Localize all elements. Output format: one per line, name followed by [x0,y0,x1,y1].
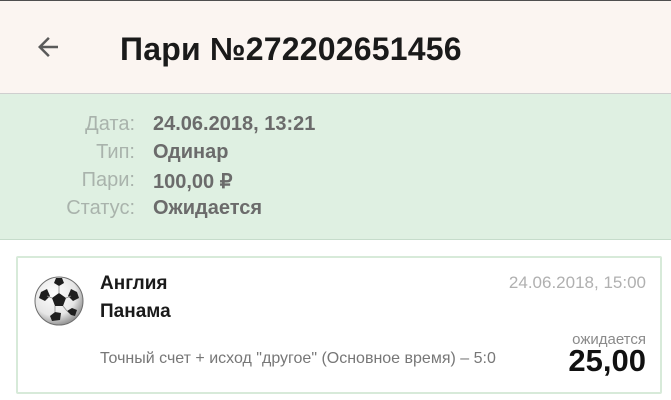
info-row-type: Тип: Одинар [0,141,671,169]
page-title: Пари №272202651456 [120,31,462,67]
info-label: Статус: [66,197,135,219]
info-label: Тип: [96,141,135,163]
app-header: Пари №272202651456 [0,0,671,94]
bet-info-panel: Дата: 24.06.2018, 13:21 Тип: Одинар Пари… [0,94,671,240]
bet-description: Точный счет + исход "другое" (Основное в… [100,350,496,367]
info-row-status: Статус: Ожидается [0,197,671,225]
event-card[interactable]: Англия Панама 24.06.2018, 15:00 Точный с… [16,256,662,394]
info-value: 100,00 ₽ [153,171,233,193]
team-away: Панама [100,301,171,322]
back-button[interactable] [24,25,72,73]
info-value: Ожидается [153,197,263,219]
info-value: Одинар [153,141,229,163]
info-label: Дата: [85,113,135,135]
arrow-left-icon [33,32,63,67]
info-row-date: Дата: 24.06.2018, 13:21 [0,113,671,141]
info-value: 24.06.2018, 13:21 [153,113,316,135]
match-date: 24.06.2018, 15:00 [508,273,646,292]
team-home: Англия [100,273,168,294]
odds-value: 25,00 [568,343,646,378]
soccer-ball-icon [33,275,85,327]
info-label: Пари: [81,169,135,191]
info-row-stake: Пари: 100,00 ₽ [0,169,671,197]
